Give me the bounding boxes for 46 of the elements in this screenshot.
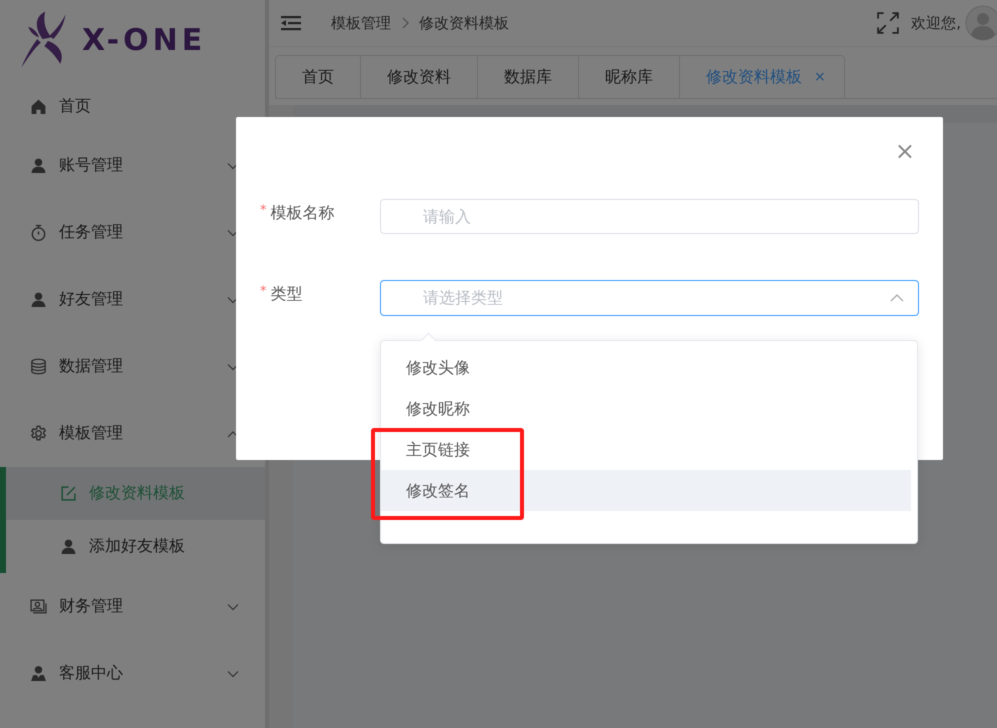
tab[interactable]: 首页 bbox=[275, 55, 361, 98]
dropdown-option[interactable]: 主页链接 bbox=[381, 429, 911, 470]
chevron-icon bbox=[227, 362, 239, 370]
breadcrumb-item: 模板管理 bbox=[331, 14, 391, 32]
field-label: 类型 bbox=[270, 284, 302, 305]
field-label: 模板名称 bbox=[270, 203, 334, 224]
fullscreen-icon[interactable] bbox=[877, 12, 900, 34]
menu-item[interactable]: 数据管理 bbox=[0, 333, 265, 400]
database-icon bbox=[30, 358, 47, 375]
dropdown-option[interactable]: 修改昵称 bbox=[381, 388, 911, 429]
submenu-item[interactable]: 添加好友模板 bbox=[6, 520, 265, 573]
chevron-icon bbox=[227, 162, 239, 170]
chevron-icon bbox=[227, 228, 239, 236]
chevron-icon bbox=[227, 602, 239, 610]
user-icon bbox=[60, 538, 77, 555]
user-icon bbox=[30, 291, 47, 308]
tab[interactable]: 昵称库 bbox=[579, 55, 680, 98]
menu-item[interactable]: 模板管理 bbox=[0, 400, 265, 467]
welcome-text: 欢迎您, bbox=[911, 14, 961, 32]
tab[interactable]: 修改资料 bbox=[361, 55, 478, 98]
menu-item[interactable]: 财务管理 bbox=[0, 573, 265, 640]
tab[interactable]: 数据库 bbox=[478, 55, 579, 98]
breadcrumb-item: 修改资料模板 bbox=[419, 14, 509, 32]
settings-icon bbox=[30, 425, 47, 442]
menu-item[interactable]: 账号管理 bbox=[0, 132, 265, 199]
user-icon bbox=[30, 665, 47, 682]
chevron-icon bbox=[227, 430, 239, 438]
menu-item[interactable]: 首页 bbox=[0, 80, 265, 132]
menu-item[interactable]: 客服中心 bbox=[0, 640, 265, 707]
chevron-icon bbox=[890, 294, 904, 302]
chevron-icon bbox=[227, 296, 239, 304]
input-field[interactable]: 请输入 bbox=[380, 199, 919, 234]
menu-icon[interactable] bbox=[281, 15, 301, 31]
logo-text: X-ONE bbox=[82, 22, 206, 58]
photo-frame-icon bbox=[30, 598, 47, 615]
edit-icon bbox=[60, 485, 77, 502]
home-icon bbox=[30, 98, 47, 114]
stopwatch-icon bbox=[30, 224, 47, 241]
user-icon bbox=[30, 157, 47, 174]
required-mark: * bbox=[260, 203, 266, 220]
close-button[interactable]: × bbox=[890, 137, 919, 165]
dropdown-option[interactable]: 修改签名 bbox=[381, 470, 911, 511]
chevron-icon bbox=[401, 17, 409, 29]
dropdown-option[interactable]: 修改头像 bbox=[381, 347, 911, 388]
required-mark: * bbox=[260, 284, 266, 301]
chevron-icon bbox=[227, 670, 239, 678]
